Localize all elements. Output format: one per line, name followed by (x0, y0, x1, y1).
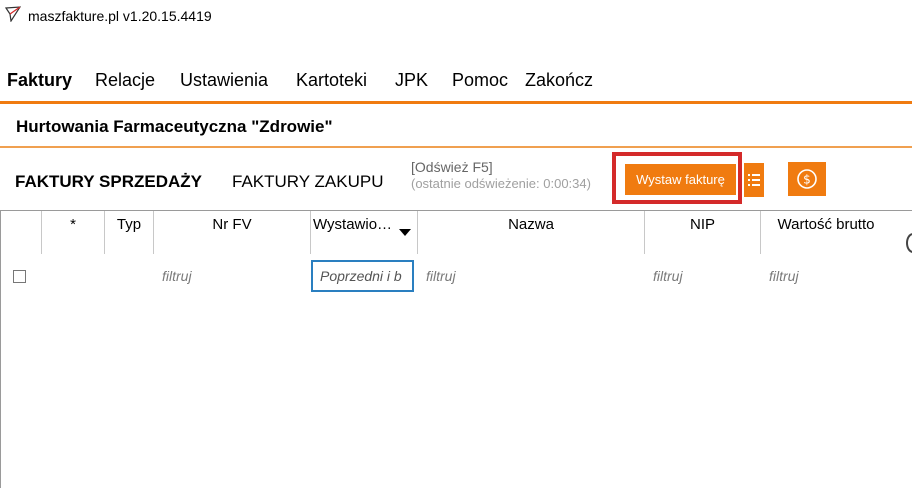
menu-ustawienia[interactable]: Ustawienia (180, 70, 268, 91)
column-header-issued[interactable]: Wystawio… (313, 216, 392, 233)
list-button[interactable] (744, 163, 764, 197)
title-bar: maszfakture.pl v1.20.15.4419 (0, 0, 912, 32)
menu-faktury[interactable]: Faktury (7, 70, 72, 91)
select-all-checkbox[interactable] (13, 270, 26, 283)
menu-zakoncz[interactable]: Zakończ (525, 70, 593, 91)
dollar-coin-icon: $ (797, 169, 817, 189)
menu-kartoteki[interactable]: Kartoteki (296, 70, 367, 91)
company-divider (0, 146, 912, 148)
grid-border-top (0, 210, 912, 211)
issue-invoice-button[interactable]: Wystaw fakturę (625, 164, 736, 195)
menu-relacje[interactable]: Relacje (95, 70, 155, 91)
sort-descending-icon (399, 229, 411, 236)
column-separator[interactable] (310, 211, 311, 254)
tab-sales-invoices[interactable]: FAKTURY SPRZEDAŻY (15, 172, 202, 192)
filter-issued-date[interactable]: Poprzedni i b (311, 260, 414, 292)
payment-button[interactable]: $ (788, 162, 826, 196)
menu-jpk[interactable]: JPK (395, 70, 428, 91)
svg-text:$: $ (803, 173, 811, 187)
app-title: maszfakture.pl v1.20.15.4419 (28, 8, 212, 24)
filter-nip[interactable]: filtruj (653, 268, 683, 284)
refresh-link[interactable]: [Odśwież F5] (411, 159, 493, 175)
column-header-star[interactable]: * (42, 216, 104, 233)
filter-gross-value[interactable]: filtruj (769, 268, 799, 284)
column-chooser-icon[interactable] (906, 233, 912, 253)
list-icon (748, 174, 760, 186)
column-header-gross-value[interactable]: Wartość brutto (761, 216, 891, 233)
last-refresh-text: (ostatnie odświeżenie: 0:00:34) (411, 176, 591, 191)
column-header-type[interactable]: Typ (105, 216, 153, 233)
menu-pomoc[interactable]: Pomoc (452, 70, 508, 91)
grid-border-left (0, 210, 1, 488)
column-header-name[interactable]: Nazwa (418, 216, 644, 233)
paper-plane-icon (5, 6, 21, 22)
company-name: Hurtowania Farmaceutyczna "Zdrowie" (16, 117, 333, 136)
filter-name[interactable]: filtruj (426, 268, 456, 284)
column-header-invoice-number[interactable]: Nr FV (154, 216, 310, 233)
filter-invoice-number[interactable]: filtruj (162, 268, 192, 284)
menu-divider (0, 101, 912, 104)
tab-purchase-invoices[interactable]: FAKTURY ZAKUPU (232, 172, 383, 192)
column-header-nip[interactable]: NIP (645, 216, 760, 233)
